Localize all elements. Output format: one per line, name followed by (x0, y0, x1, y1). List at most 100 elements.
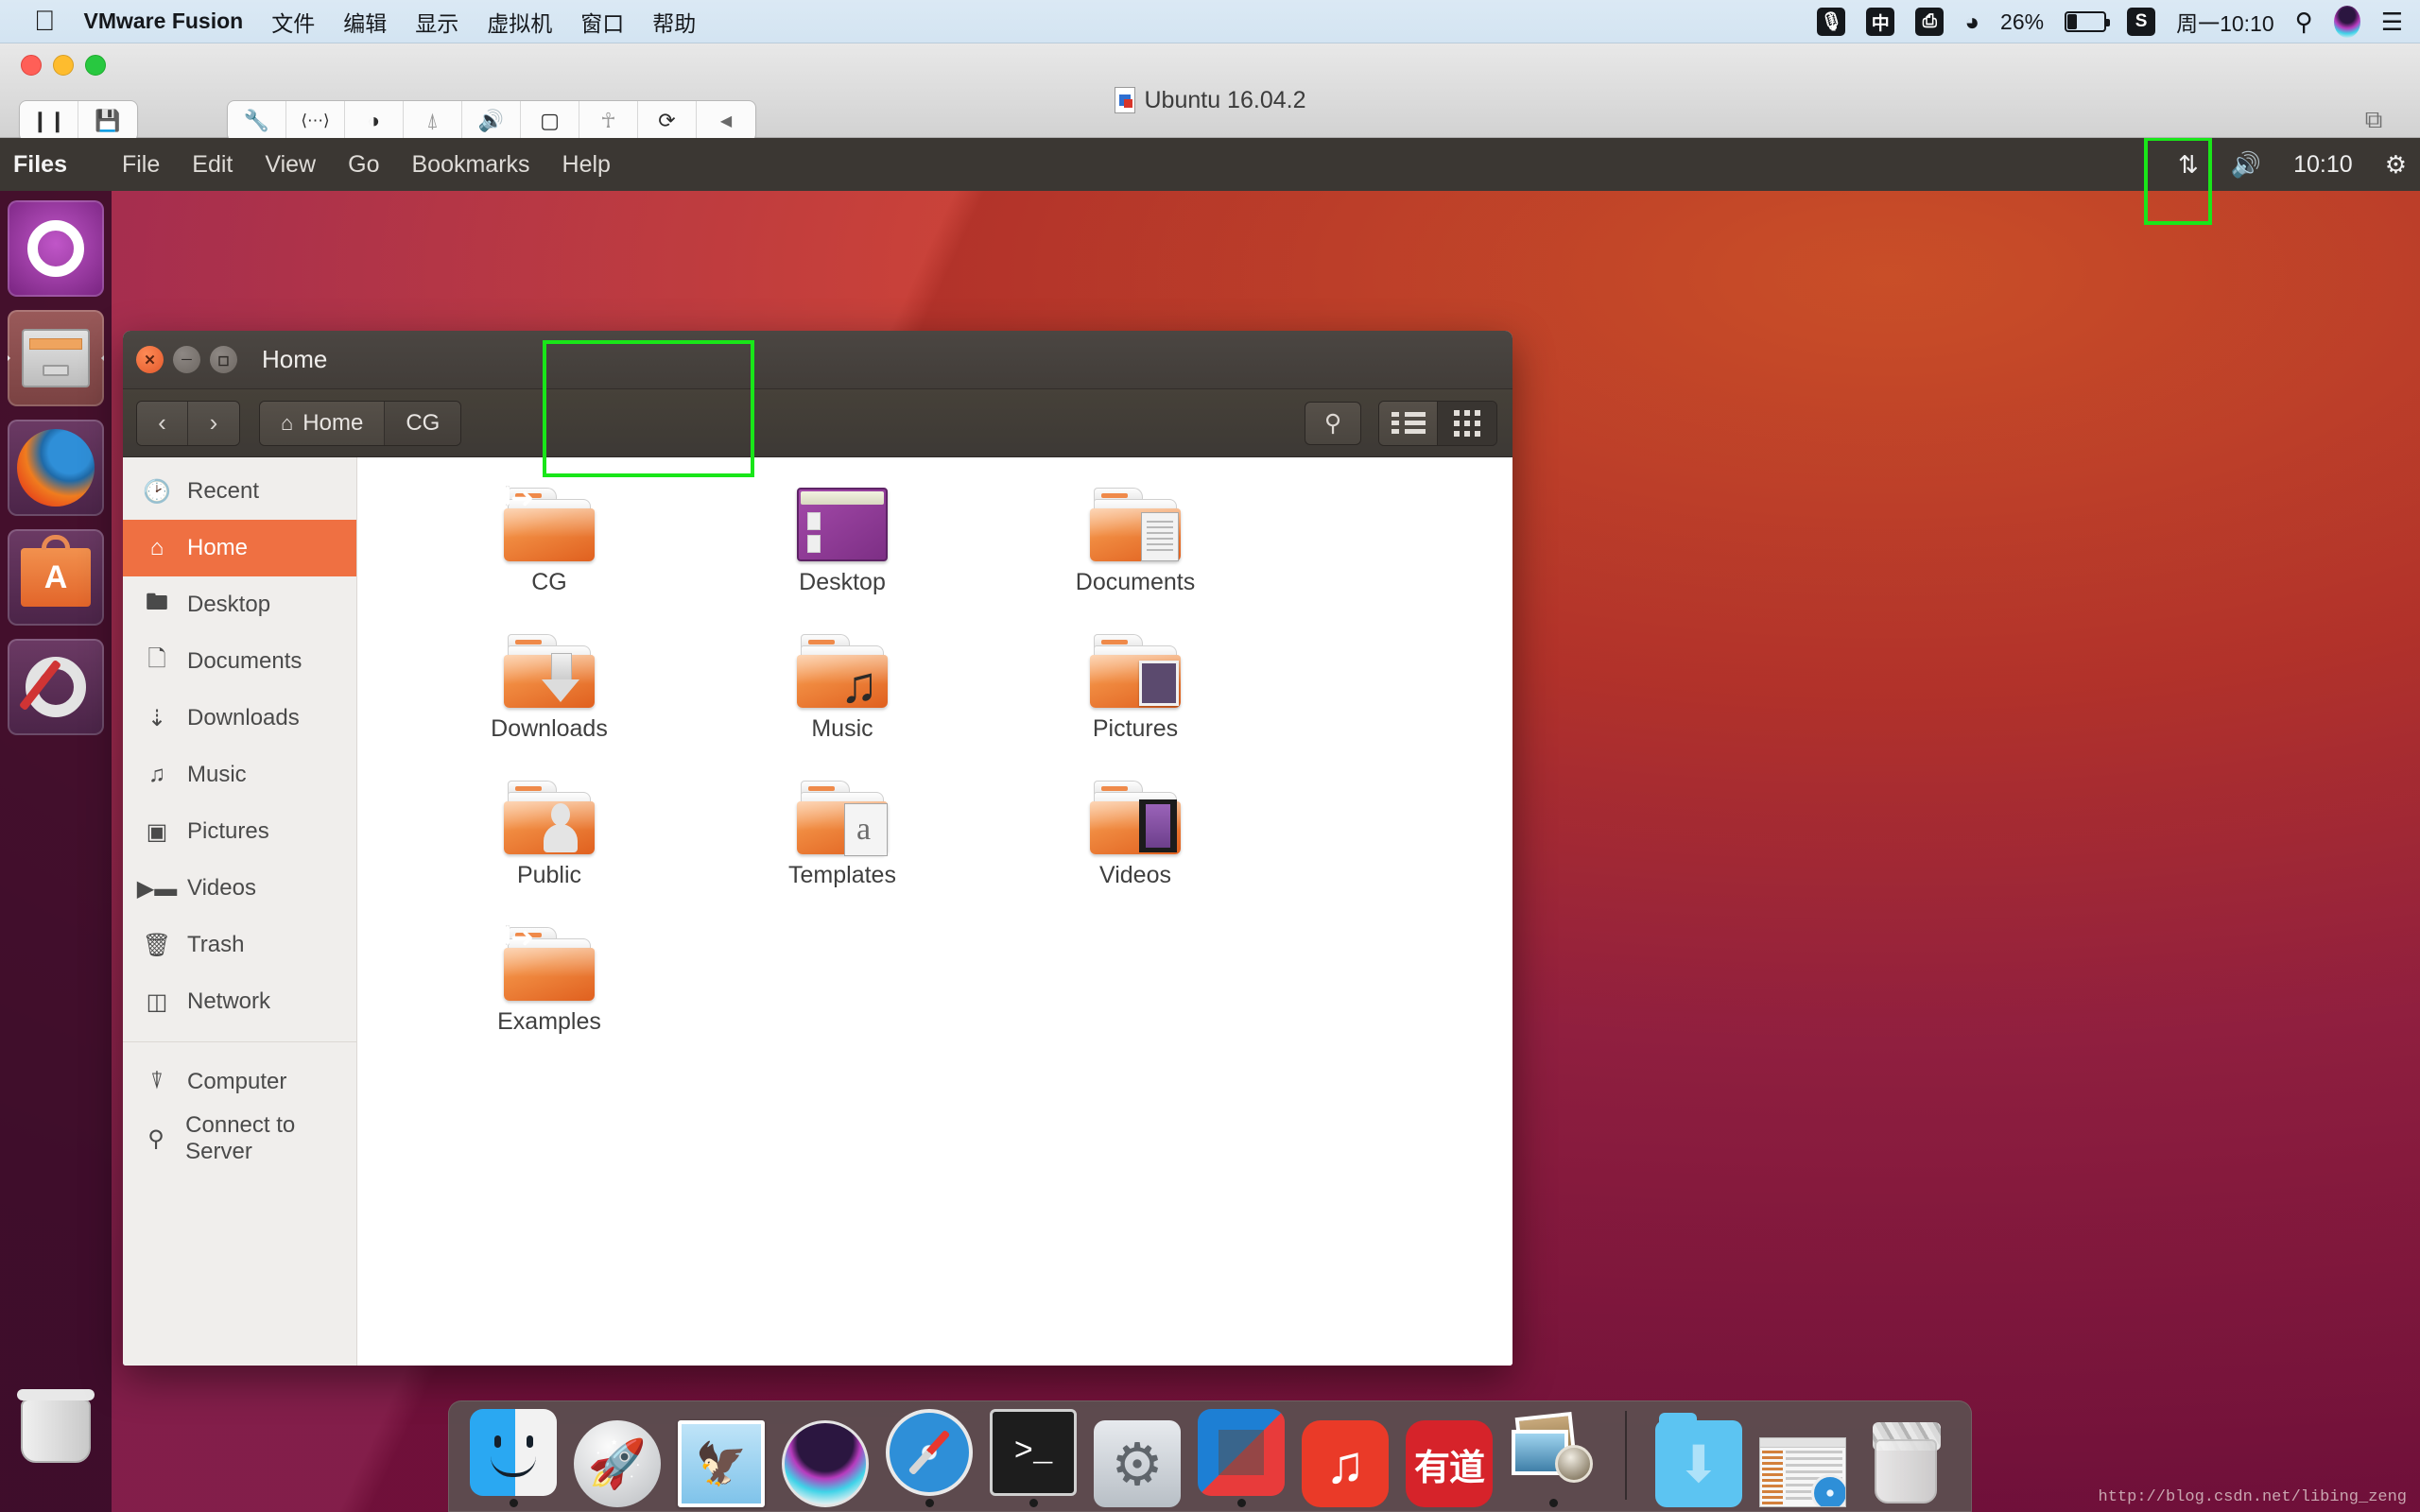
launcher-trash-button[interactable] (8, 1382, 104, 1478)
file-item-templates[interactable]: a Templates (696, 767, 989, 914)
dock-youdao[interactable]: 有道 (1404, 1403, 1495, 1507)
ubuntu-menu-file[interactable]: File (122, 151, 160, 179)
nautilus-toolbar-right: ⚲ (1305, 400, 1497, 446)
wifi-icon[interactable]: ◕ (1964, 8, 1979, 37)
battery-icon[interactable] (2065, 11, 2111, 32)
sidebar-item-connect-to-server[interactable]: ⚲ Connect to Server (123, 1110, 356, 1167)
dock-finder[interactable] (468, 1403, 559, 1507)
ubuntu-menu-edit[interactable]: Edit (192, 151, 233, 179)
file-item-desktop[interactable]: Desktop (696, 474, 989, 621)
breadcrumb-item-cg[interactable]: CG (385, 401, 461, 445)
microphone-icon[interactable]: 🎙 (1817, 8, 1846, 36)
nautilus-file-area[interactable]: CG Desktop (357, 457, 1512, 1366)
trash-icon (21, 1399, 91, 1463)
dock-netease-music[interactable]: ♫ (1300, 1403, 1391, 1507)
mac-menu-edit[interactable]: 编辑 (343, 6, 387, 38)
vmware-close-button[interactable] (21, 55, 42, 76)
nautilus-close-button[interactable]: ✕ (136, 346, 164, 373)
sidebar-item-downloads[interactable]: ⇣ Downloads (123, 690, 356, 747)
dock-trash[interactable] (1861, 1403, 1952, 1507)
vmware-maximize-button[interactable] (85, 55, 106, 76)
dock-terminal[interactable]: >_ (988, 1403, 1079, 1507)
dock-downloads-folder[interactable] (1653, 1403, 1744, 1507)
launcher-files-button[interactable] (8, 310, 104, 406)
forward-button[interactable]: › (188, 401, 239, 445)
sidebar-item-network[interactable]: ◫ Network (123, 973, 356, 1030)
launcher-system-settings-button[interactable] (8, 639, 104, 735)
launcher-dash-button[interactable] (8, 200, 104, 297)
terminal-icon: >_ (990, 1409, 1077, 1496)
music-note-emblem-icon: ♫ (839, 657, 879, 713)
file-item-pictures[interactable]: Pictures (989, 621, 1282, 767)
sogou-input-icon[interactable]: S (2127, 8, 2156, 36)
back-button[interactable]: ‹ (137, 401, 188, 445)
list-view-icon[interactable] (1379, 401, 1438, 445)
file-item-downloads[interactable]: Downloads (403, 621, 696, 767)
dock-mail[interactable]: 🦅 (676, 1403, 767, 1507)
breadcrumb-item-home[interactable]: ⌂ Home (260, 401, 386, 445)
sidebar-item-home-label: Home (187, 535, 249, 560)
mac-menu-view[interactable]: 显示 (415, 6, 458, 38)
sidebar-item-recent[interactable]: 🕑 Recent (123, 463, 356, 520)
sidebar-item-computer-label: Computer (187, 1069, 287, 1094)
search-icon[interactable]: ⚲ (1305, 401, 1361, 445)
volume-icon[interactable]: 🔊 (2231, 150, 2261, 180)
sidebar-item-videos[interactable]: ▶▬ Videos (123, 860, 356, 917)
power-gear-icon[interactable]: ⚙ (2385, 150, 2407, 180)
mac-clock[interactable]: 周一10:10 (2176, 6, 2274, 38)
grid-view-icon[interactable] (1438, 401, 1496, 445)
file-item-documents[interactable]: Documents (989, 474, 1282, 621)
ubuntu-logo-icon (27, 220, 84, 277)
sidebar-item-music[interactable]: ♫ Music (123, 747, 356, 803)
nautilus-minimize-button[interactable]: ─ (173, 346, 200, 373)
dock-safari[interactable] (884, 1403, 975, 1507)
safari-compass-icon (886, 1409, 973, 1496)
dock-preview[interactable] (1508, 1403, 1599, 1507)
dock-divider (1625, 1411, 1627, 1500)
notification-center-icon[interactable]: ☰ (2381, 8, 2403, 37)
file-item-public[interactable]: Public (403, 767, 696, 914)
sidebar-item-pictures[interactable]: ▣ Pictures (123, 803, 356, 860)
vmware-restore-button[interactable]: ⧉ (2352, 100, 2395, 140)
dock-siri[interactable] (780, 1403, 871, 1507)
airplay-icon[interactable]: ⎙ (1915, 8, 1945, 36)
ubuntu-menu-go[interactable]: Go (348, 151, 379, 179)
mac-menu-window[interactable]: 窗口 (580, 6, 624, 38)
launcher-firefox-button[interactable] (8, 420, 104, 516)
sidebar-item-computer[interactable]: ⍒ Computer (123, 1054, 356, 1110)
dock-vmware-fusion[interactable] (1196, 1403, 1287, 1507)
dock-system-preferences[interactable]: ⚙ (1092, 1403, 1183, 1507)
vmware-minimize-button[interactable] (53, 55, 74, 76)
sidebar-item-recent-label: Recent (187, 478, 260, 504)
youdao-icon: 有道 (1406, 1420, 1493, 1507)
launcher-running-arrow-left-icon (8, 348, 10, 369)
file-item-music[interactable]: ♫ Music (696, 621, 989, 767)
ubuntu-menu-help[interactable]: Help (562, 151, 611, 179)
list-view-glyph (1391, 412, 1426, 434)
ubuntu-clock[interactable]: 10:10 (2293, 151, 2353, 179)
file-cabinet-icon (22, 329, 90, 387)
dock-launchpad[interactable]: 🚀 (572, 1403, 663, 1507)
siri-icon[interactable] (2333, 6, 2360, 38)
file-item-videos[interactable]: Videos (989, 767, 1282, 914)
network-transfer-icon[interactable]: ⇅ (2178, 150, 2199, 180)
sidebar-item-home[interactable]: ⌂ Home (123, 520, 356, 576)
nautilus-maximize-button[interactable]: ◻ (210, 346, 237, 373)
file-item-cg[interactable]: CG (403, 474, 696, 621)
dock-recent-window[interactable] (1757, 1403, 1848, 1507)
mac-menu-app-name[interactable]: VMware Fusion (84, 9, 244, 34)
ubuntu-menu-bookmarks[interactable]: Bookmarks (411, 151, 529, 179)
ubuntu-menu-view[interactable]: View (265, 151, 316, 179)
apple-logo-icon[interactable]:  (34, 7, 56, 36)
mac-menu-virtual-machine[interactable]: 虚拟机 (487, 6, 552, 38)
mac-menu-help[interactable]: 帮助 (652, 6, 696, 38)
input-method-icon[interactable]: 中 (1866, 8, 1895, 36)
file-item-examples[interactable]: Examples (403, 914, 696, 1060)
ubuntu-panel-app-name[interactable]: Files (13, 151, 67, 179)
search-icon[interactable]: ⚲ (2295, 8, 2313, 37)
mac-menu-file[interactable]: 文件 (271, 6, 315, 38)
sidebar-item-trash[interactable]: 🗑 Trash (123, 917, 356, 973)
sidebar-item-documents[interactable]: 🗋 Documents (123, 633, 356, 690)
launcher-software-center-button[interactable]: A (8, 529, 104, 626)
sidebar-item-desktop[interactable]: 🖿 Desktop (123, 576, 356, 633)
